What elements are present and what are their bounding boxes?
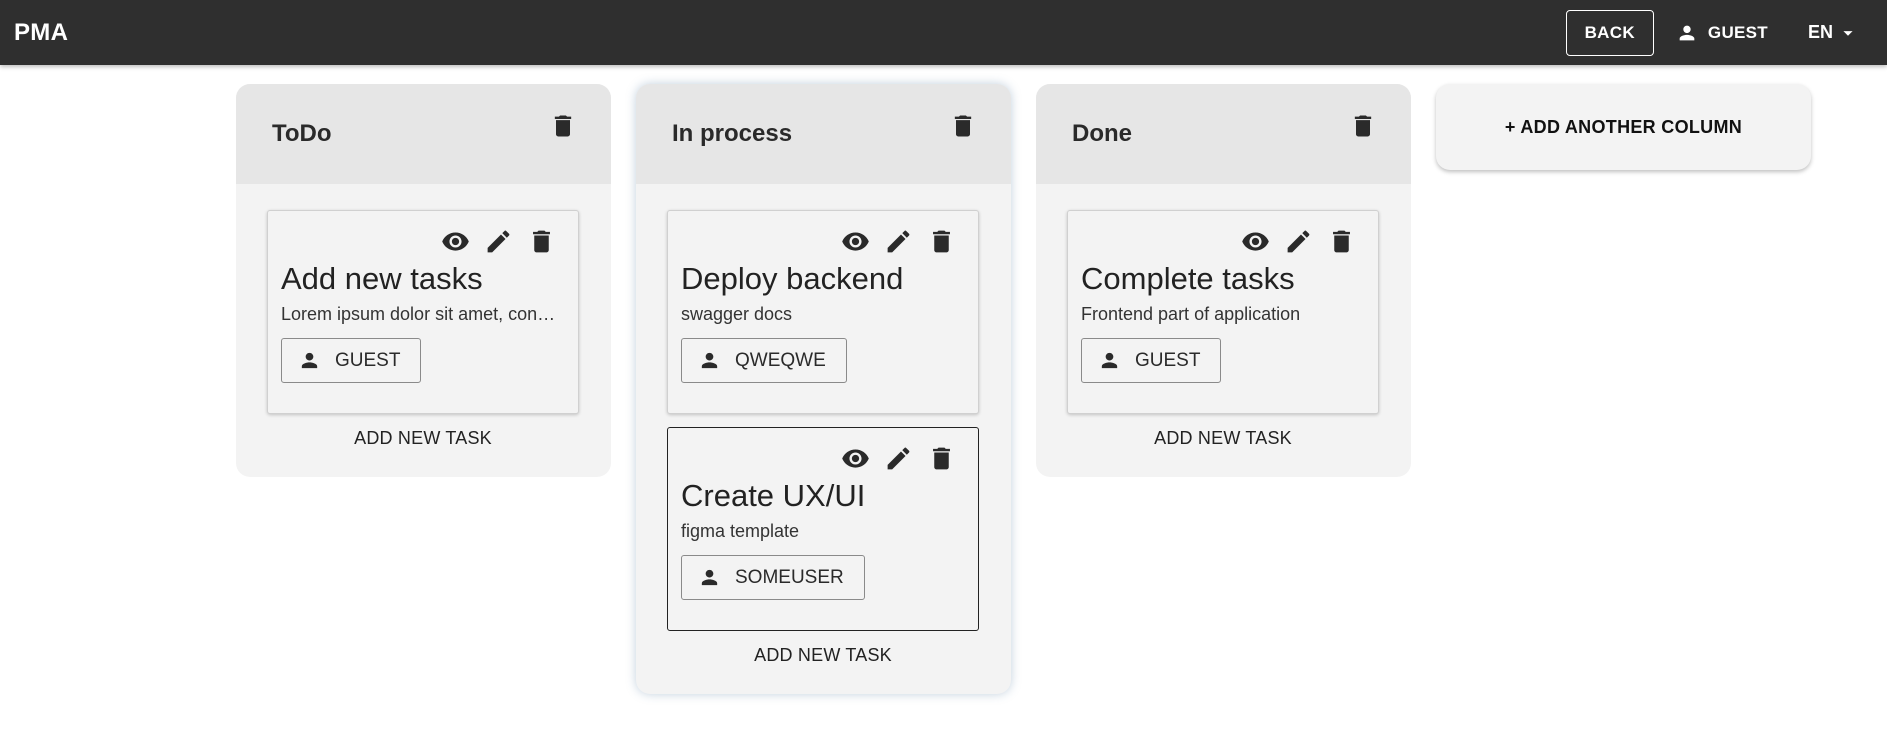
column-header: ToDo [236, 84, 611, 184]
delete-column-trash-icon[interactable] [549, 112, 577, 140]
column-done[interactable]: Done Complete tasks Frontend part of app… [1036, 84, 1411, 477]
trash-icon[interactable] [927, 444, 956, 473]
language-select[interactable]: EN [1808, 22, 1859, 44]
task-user-chip[interactable]: GUEST [281, 338, 422, 383]
trash-icon[interactable] [1327, 227, 1356, 256]
person-icon [1098, 349, 1121, 372]
task-user-name: GUEST [335, 349, 401, 371]
caret-down-icon [1837, 22, 1859, 44]
task-actions [1081, 227, 1364, 256]
pencil-icon[interactable] [484, 227, 513, 256]
task-card[interactable]: Complete tasks Frontend part of applicat… [1067, 210, 1379, 414]
column-header: Done [1036, 84, 1411, 184]
person-icon [1676, 22, 1698, 44]
add-new-task-button[interactable]: ADD NEW TASK [667, 645, 979, 666]
task-title: Complete tasks [1081, 261, 1295, 296]
task-actions [681, 227, 964, 256]
task-description: figma template [681, 521, 800, 541]
task-user-chip[interactable]: GUEST [1081, 338, 1222, 383]
task-title: Create UX/UI [681, 478, 866, 513]
task-user-name: QWEQWE [735, 349, 826, 371]
task-description: swagger docs [681, 304, 793, 324]
column-body: Add new tasks Lorem ipsum dolor sit amet… [236, 184, 611, 477]
back-button[interactable]: BACK [1565, 9, 1654, 56]
eye-icon[interactable] [841, 444, 870, 473]
column-title[interactable]: In process [672, 120, 792, 148]
eye-icon[interactable] [1241, 227, 1270, 256]
app-bar: PMA BACK GUEST EN [0, 0, 1887, 65]
add-new-task-button[interactable]: ADD NEW TASK [267, 428, 579, 449]
task-user-name: SOMEUSER [735, 566, 844, 588]
task-user-chip[interactable]: SOMEUSER [681, 555, 865, 600]
app-bar-actions: BACK GUEST EN [1565, 9, 1873, 56]
app-logo[interactable]: PMA [14, 19, 68, 47]
task-user-chip[interactable]: QWEQWE [681, 338, 847, 383]
column-in-process[interactable]: In process Deploy backend swagger docs Q… [636, 84, 1011, 694]
column-header: In process [636, 84, 1011, 184]
task-description: Lorem ipsum dolor sit amet, consectetur [281, 304, 564, 324]
add-another-column-button[interactable]: + ADD ANOTHER COLUMN [1436, 84, 1811, 170]
task-title: Add new tasks [281, 261, 483, 296]
trash-icon[interactable] [527, 227, 556, 256]
task-user-name: GUEST [1135, 349, 1201, 371]
pencil-icon[interactable] [884, 227, 913, 256]
column-body: Complete tasks Frontend part of applicat… [1036, 184, 1411, 477]
column-title[interactable]: ToDo [272, 120, 332, 148]
task-description: Frontend part of application [1081, 304, 1301, 324]
delete-column-trash-icon[interactable] [1349, 112, 1377, 140]
task-card[interactable]: Add new tasks Lorem ipsum dolor sit amet… [267, 210, 579, 414]
task-actions [681, 444, 964, 473]
column-body: Deploy backend swagger docs QWEQWE Creat… [636, 184, 1011, 694]
column-todo[interactable]: ToDo Add new tasks Lorem ipsum dolor sit… [236, 84, 611, 477]
board: ToDo Add new tasks Lorem ipsum dolor sit… [236, 84, 1811, 694]
task-card[interactable]: Create UX/UI figma template SOMEUSER [667, 427, 979, 631]
person-icon [298, 349, 321, 372]
pencil-icon[interactable] [1284, 227, 1313, 256]
delete-column-trash-icon[interactable] [949, 112, 977, 140]
user-name: GUEST [1707, 22, 1768, 42]
add-new-task-button[interactable]: ADD NEW TASK [1067, 428, 1379, 449]
column-title[interactable]: Done [1072, 120, 1132, 148]
task-title: Deploy backend [681, 261, 904, 296]
person-icon [698, 349, 721, 372]
language-value: EN [1807, 22, 1833, 42]
trash-icon[interactable] [927, 227, 956, 256]
eye-icon[interactable] [841, 227, 870, 256]
person-icon [698, 566, 721, 589]
task-card[interactable]: Deploy backend swagger docs QWEQWE [667, 210, 979, 414]
user-menu-button[interactable]: GUEST [1676, 22, 1768, 44]
pencil-icon[interactable] [884, 444, 913, 473]
eye-icon[interactable] [441, 227, 470, 256]
task-actions [281, 227, 564, 256]
